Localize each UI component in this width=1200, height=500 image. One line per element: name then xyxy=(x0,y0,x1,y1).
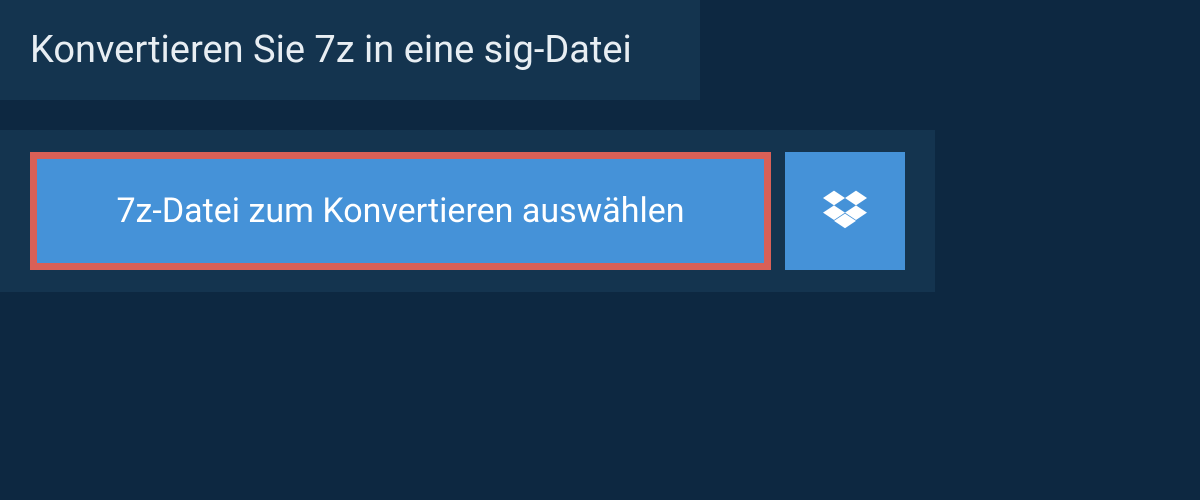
dropbox-icon xyxy=(823,187,867,235)
dropbox-button[interactable] xyxy=(785,152,905,270)
header-bar: Konvertieren Sie 7z in eine sig-Datei xyxy=(0,0,700,100)
page-title: Konvertieren Sie 7z in eine sig-Datei xyxy=(30,28,670,72)
upload-button-panel: 7z-Datei zum Konvertieren auswählen xyxy=(0,130,935,292)
select-file-label: 7z-Datei zum Konvertieren auswählen xyxy=(116,191,684,231)
select-file-button[interactable]: 7z-Datei zum Konvertieren auswählen xyxy=(30,152,771,270)
